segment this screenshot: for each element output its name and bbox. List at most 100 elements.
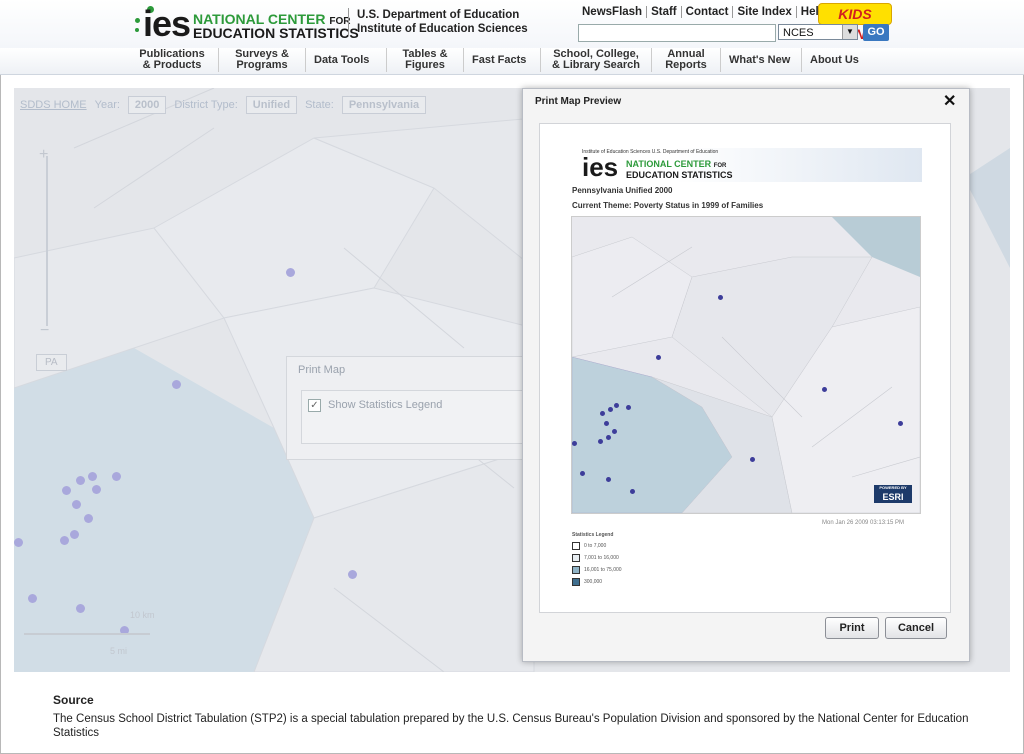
cancel-button[interactable]: Cancel xyxy=(885,617,947,639)
nav-school-search[interactable]: School, College, & Library Search xyxy=(540,48,651,72)
preview-banner: Institute of Education Sciences U.S. Dep… xyxy=(570,148,922,182)
main-nav: Publications & Products Surveys & Progra… xyxy=(126,48,878,72)
map-point[interactable] xyxy=(28,594,37,603)
map-point[interactable] xyxy=(172,380,181,389)
scale-bottom-label: 5 mi xyxy=(110,646,128,656)
preview-point xyxy=(656,355,661,360)
print-preview-dialog: Print Map Preview ✕ Institute of Educati… xyxy=(522,88,970,662)
legend-item: 16,001 to 75,000 xyxy=(572,566,622,574)
map-point[interactable] xyxy=(92,485,101,494)
banner-ies: ies xyxy=(582,152,619,182)
go-button[interactable]: GO xyxy=(863,24,889,41)
map-point[interactable] xyxy=(76,604,85,613)
scale-top-label: 10 km xyxy=(130,610,155,620)
print-button[interactable]: Print xyxy=(825,617,879,639)
preview-point xyxy=(606,435,611,440)
zoom-out-icon[interactable]: − xyxy=(40,322,49,340)
logo-line2: EDUCATION STATISTICS xyxy=(193,25,359,41)
map-point[interactable] xyxy=(76,476,85,485)
chevron-down-icon: ▼ xyxy=(842,25,857,39)
map-point[interactable] xyxy=(14,538,23,547)
district-type-label: District Type: xyxy=(174,99,238,111)
preview-page: Institute of Education Sciences U.S. Dep… xyxy=(539,123,951,613)
year-label: Year: xyxy=(94,99,120,111)
district-type-select[interactable]: Unified xyxy=(245,96,298,114)
preview-point xyxy=(608,407,613,412)
toplink-contact[interactable]: Contact xyxy=(682,6,734,18)
toplink-site-index[interactable]: Site Index xyxy=(733,6,797,18)
kids-zone-link[interactable]: KIDS ZONE xyxy=(818,3,892,42)
toplink-newsflash[interactable]: NewsFlash xyxy=(578,6,648,18)
sdds-home-link[interactable]: SDDS HOME xyxy=(20,99,87,111)
legend-item: 0 to 7,000 xyxy=(572,542,622,550)
preview-point xyxy=(898,421,903,426)
zoom-slider[interactable] xyxy=(46,156,48,326)
legend-swatch xyxy=(572,554,580,562)
toplink-staff[interactable]: Staff xyxy=(647,6,682,18)
legend-item: 7,001 to 16,000 xyxy=(572,554,622,562)
preview-point xyxy=(822,387,827,392)
top-links: NewsFlash Staff Contact Site Index Help xyxy=(578,6,830,18)
preview-point xyxy=(614,403,619,408)
map-point[interactable] xyxy=(88,472,97,481)
nav-whats-new[interactable]: What's New xyxy=(720,48,801,72)
show-legend-checkbox[interactable]: ✓ xyxy=(308,399,321,412)
preview-point xyxy=(630,489,635,494)
print-map-title: Print Map xyxy=(298,364,346,376)
state-label: State: xyxy=(305,99,334,111)
close-icon[interactable]: ✕ xyxy=(943,91,956,111)
preview-theme: Current Theme: Poverty Status in 1999 of… xyxy=(572,201,764,210)
legend-swatch xyxy=(572,578,580,586)
preview-point xyxy=(612,429,617,434)
nav-data-tools[interactable]: Data Tools xyxy=(305,48,386,72)
map-point[interactable] xyxy=(84,514,93,523)
state-badge: PA xyxy=(36,354,67,371)
preview-point xyxy=(750,457,755,462)
preview-point xyxy=(600,411,605,416)
legend-swatch xyxy=(572,542,580,550)
zoom-in-icon[interactable]: + xyxy=(39,146,48,164)
print-map-options: ✓ Show Statistics Legend xyxy=(301,390,529,444)
statistics-legend: Statistics Legend 0 to 7,000 7,001 to 16… xyxy=(572,532,622,586)
source-text: The Census School District Tabulation (S… xyxy=(53,713,969,739)
state-select[interactable]: Pennsylvania xyxy=(341,96,427,114)
preview-subtitle: Pennsylvania Unified 2000 xyxy=(572,186,673,195)
nav-about-us[interactable]: About Us xyxy=(801,48,878,72)
map-point[interactable] xyxy=(72,500,81,509)
preview-point xyxy=(598,439,603,444)
scale-bar xyxy=(24,633,150,635)
map-point[interactable] xyxy=(62,486,71,495)
print-map-dialog: Print Map ✓ Show Statistics Legend xyxy=(286,356,529,460)
map-point[interactable] xyxy=(70,530,79,539)
search-scope-select[interactable]: NCES ▼ xyxy=(778,24,858,40)
logo-ies-text: ies xyxy=(143,3,191,44)
preview-title: Print Map Preview xyxy=(535,96,622,107)
source-heading: Source xyxy=(53,693,94,707)
department-link[interactable]: U.S. Department of Education Institute o… xyxy=(348,8,528,36)
nav-tables[interactable]: Tables & Figures xyxy=(386,48,463,72)
preview-point xyxy=(572,441,577,446)
preview-boundaries xyxy=(572,217,920,513)
preview-point xyxy=(606,477,611,482)
map-point[interactable] xyxy=(60,536,69,545)
preview-point xyxy=(580,471,585,476)
map-point[interactable] xyxy=(348,570,357,579)
preview-point xyxy=(604,421,609,426)
nces-logo[interactable]: ies NATIONAL CENTER FOR EDUCATION STATIS… xyxy=(133,3,359,44)
year-select[interactable]: 2000 xyxy=(127,96,167,114)
preview-point xyxy=(626,405,631,410)
banner-nc: NATIONAL CENTER FOR EDUCATION STATISTICS xyxy=(626,159,733,180)
nav-annual-reports[interactable]: Annual Reports xyxy=(651,48,720,72)
nav-fast-facts[interactable]: Fast Facts xyxy=(463,48,540,72)
nav-publications[interactable]: Publications & Products xyxy=(126,48,218,72)
show-legend-label: Show Statistics Legend xyxy=(328,399,443,411)
legend-title: Statistics Legend xyxy=(572,532,614,538)
map-point[interactable] xyxy=(286,268,295,277)
map-point[interactable] xyxy=(112,472,121,481)
site-search-input[interactable] xyxy=(578,24,776,42)
nav-surveys[interactable]: Surveys & Programs xyxy=(218,48,305,72)
legend-item: 300,000 xyxy=(572,578,622,586)
map-toolbar: SDDS HOME Year: 2000 District Type: Unif… xyxy=(20,96,427,114)
preview-point xyxy=(718,295,723,300)
preview-map: POWERED BY ESRI xyxy=(571,216,921,514)
